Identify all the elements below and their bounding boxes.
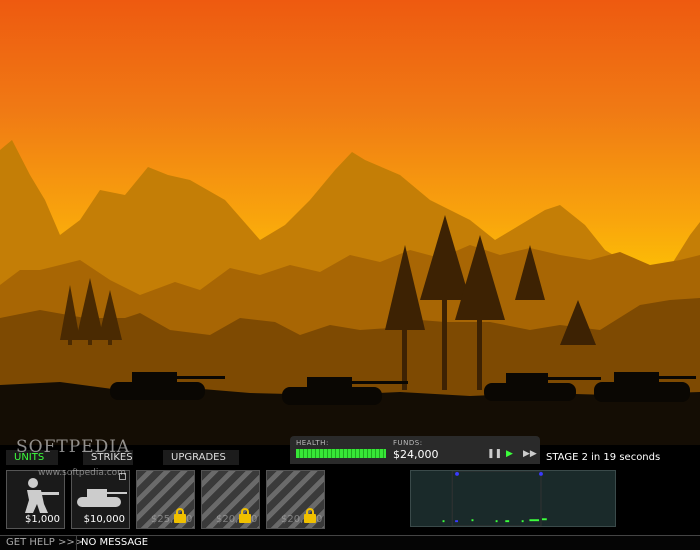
unit-price: $1,000 [25,514,60,525]
unit-slot-tank[interactable]: $10,000 [71,470,130,529]
unit-slot-locked-2[interactable]: $20,000 [201,470,260,529]
health-label: HEALTH: [296,439,329,447]
health-bar-fill [296,449,386,458]
play-icon[interactable]: ▶ [506,449,513,459]
lock-icon [304,508,316,523]
watermark-logo: SOFTPEDIA [16,437,131,457]
unit-price: $25,000 [151,514,193,525]
status-panel: HEALTH: FUNDS: $24,000 ❚❚ ▶ ▶▶ [290,436,540,464]
minimap-marker [521,520,524,523]
message-text: NO MESSAGE [81,537,149,548]
lock-icon [174,508,186,523]
funds-label: FUNDS: [393,439,423,447]
funds-value: $24,000 [393,448,439,461]
minimap-marker [541,518,547,521]
lock-icon [239,508,251,523]
minimap-marker [539,471,543,476]
minimap-marker [471,519,474,522]
unit-slot-soldier[interactable]: $1,000 [6,470,65,529]
game-window: UNITS STRIKES UPGRADES $1,000 $10,000 $2… [0,0,700,550]
soldier-icon [25,478,59,513]
fast-forward-icon[interactable]: ▶▶ [523,449,537,459]
divider [76,536,77,550]
minimap-marker [455,471,459,476]
pause-icon[interactable]: ❚❚ [487,449,502,459]
unit-slot-locked-3[interactable]: $20,000 [266,470,325,529]
unit-price: $10,000 [83,514,125,525]
tab-upgrades[interactable]: UPGRADES [163,450,239,465]
health-bar [296,449,386,458]
get-help-link[interactable]: GET HELP >>> [6,537,83,548]
minimap[interactable] [410,470,616,527]
minimap-marker [442,520,445,523]
minimap-marker [529,519,540,522]
unit-price: $20,000 [281,514,323,525]
tank-icon [77,489,127,507]
message-bar: GET HELP >>> NO MESSAGE [0,535,700,550]
minimap-marker [455,520,458,523]
unit-price: $20,000 [216,514,258,525]
stage-countdown: STAGE 2 in 19 seconds [546,452,661,463]
minimap-marker [495,520,498,523]
unit-slot-locked-1[interactable]: $25,000 [136,470,195,529]
minimap-marker [505,520,510,523]
watermark-url: www.softpedia.com [38,468,126,478]
battlefield-scene [0,0,700,445]
